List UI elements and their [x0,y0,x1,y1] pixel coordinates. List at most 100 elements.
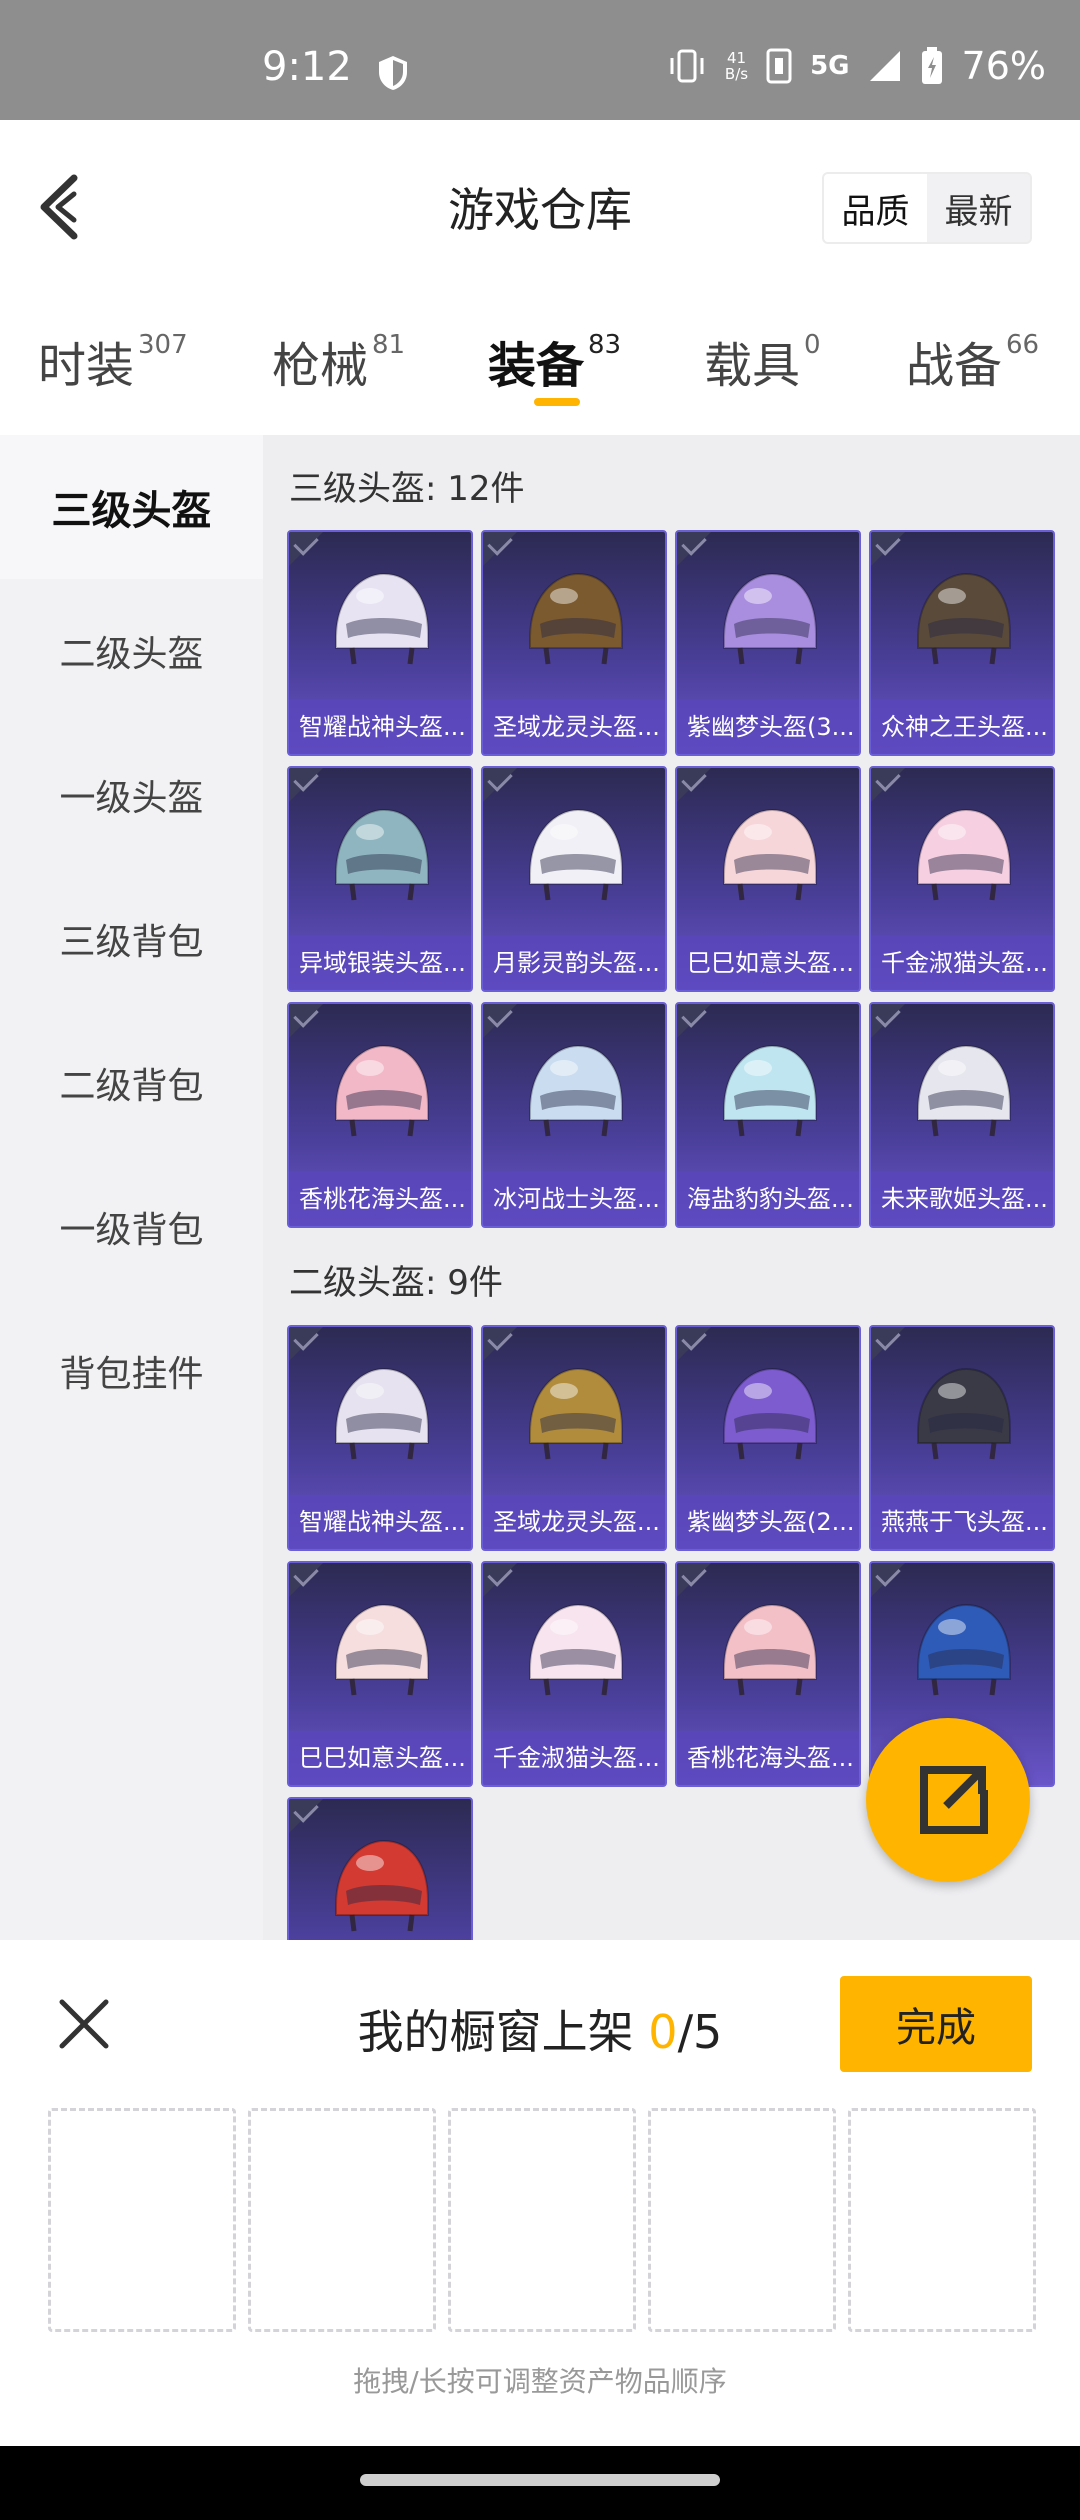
helmet-icon [335,808,429,901]
app-header: 游戏仓库 品质 最新 [0,120,1080,290]
share-icon [920,1766,988,1834]
item-name: 冰河战士头盔... [483,1172,665,1226]
helmet-icon [335,1603,429,1696]
item-name: 紫幽梦头盔(3... [677,700,859,754]
tab-label: 载具 [704,338,801,394]
item-name: 圣域龙灵头盔... [483,700,665,754]
done-button[interactable]: 完成 [840,1976,1032,2072]
battery-percent: 76% [961,44,1046,88]
helmet-icon [529,1367,623,1460]
helmet-icon [917,1044,1011,1137]
showcase-slot[interactable] [848,2108,1036,2332]
showcase-slot[interactable] [648,2108,836,2332]
status-icons: 41 B/s 5G 76% [667,44,1046,88]
network-type: 5G [810,51,850,81]
item-name: 异域银装头盔... [289,936,471,990]
item-card[interactable]: 月影灵韵头盔... [481,766,667,992]
item-card[interactable]: 紫幽梦头盔(2... [675,1325,861,1551]
item-name: 燕燕于飞头盔... [871,1495,1053,1549]
section-title: 三级头盔: 12件 [289,469,525,509]
tab-vehicles[interactable]: 载具 0 [704,326,821,396]
sidebar-item-level1-backpack[interactable]: 一级背包 [0,1155,263,1299]
sidebar-item-backpack-charm[interactable]: 背包挂件 [0,1299,263,1443]
item-name: 香桃花海头盔... [289,1172,471,1226]
showcase-sheet: 我的橱窗上架 0/5 完成 拖拽/长按可调整资产物品顺序 [0,1940,1080,2446]
item-grid: 智耀战神头盔... 圣域龙灵头盔... 紫幽梦头盔(3... 众神之王头盔... 异域银… [287,530,1055,1228]
battery-icon [921,47,942,84]
showcase-slot[interactable] [448,2108,636,2332]
tab-supplies[interactable]: 战备 66 [906,326,1039,396]
item-card[interactable]: 智耀战神头盔... [287,1325,473,1551]
showcase-total: /5 [677,2005,723,2059]
item-name: 智耀战神头盔... [289,700,471,754]
item-card[interactable]: 香桃花海头盔... [287,1002,473,1228]
sidebar-item-level3-backpack[interactable]: 三级背包 [0,867,263,1011]
item-card[interactable]: 巳巳如意头盔... [675,766,861,992]
item-card[interactable]: 圣域龙灵头盔... [481,1325,667,1551]
item-name: 紫幽梦头盔(2... [677,1495,859,1549]
item-name: 千金淑猫头盔... [483,1731,665,1785]
helmet-icon [335,572,429,665]
item-card[interactable]: 香桃花海头盔... [675,1561,861,1787]
home-gesture-bar[interactable] [360,2474,720,2486]
helmet-icon [917,1603,1011,1696]
item-name: 海盐豹豹头盔... [677,1172,859,1226]
item-card[interactable]: 圣域龙灵头盔... [481,530,667,756]
sheet-hint: 拖拽/长按可调整资产物品顺序 [353,2365,727,2398]
item-card[interactable]: 燕燕于飞头盔... [869,1325,1055,1551]
item-card[interactable]: 异域银装头盔... [287,766,473,992]
sort-newest-button[interactable]: 最新 [927,174,1030,242]
item-card[interactable] [287,1797,473,1940]
tab-label: 枪械 [272,338,369,394]
showcase-slot[interactable] [248,2108,436,2332]
signal-icon [869,51,900,81]
item-card[interactable]: 千金淑猫头盔... [869,766,1055,992]
showcase-slot[interactable] [48,2108,236,2332]
item-name: 月影灵韵头盔... [483,936,665,990]
item-card[interactable]: 冰河战士头盔... [481,1002,667,1228]
item-name: 巳巳如意头盔... [677,936,859,990]
sheet-title-text: 我的橱窗上架 [357,2005,634,2059]
item-card[interactable]: 紫幽梦头盔(3... [675,530,861,756]
item-name: 智耀战神头盔... [289,1495,471,1549]
sim-icon [766,48,792,84]
tab-label: 战备 [906,338,1003,394]
helmet-icon [529,808,623,901]
sidebar: 三级头盔 二级头盔 一级头盔 三级背包 二级背包 一级背包 背包挂件 [0,435,263,1940]
sort-quality-button[interactable]: 品质 [824,174,927,242]
helmet-icon [335,1839,429,1932]
helmet-icon [529,1603,623,1696]
tab-label: 装备 [488,338,585,394]
vibrate-icon [670,49,704,83]
item-card[interactable]: 众神之王头盔... [869,530,1055,756]
share-button[interactable] [866,1718,1030,1882]
tab-equipment[interactable]: 装备 83 [488,326,621,396]
item-card[interactable]: 千金淑猫头盔... [481,1561,667,1787]
showcase-count: 0 [648,2005,678,2059]
tab-count: 81 [372,330,406,360]
helmet-icon [723,1603,817,1696]
tab-count: 0 [804,330,821,360]
tab-count: 307 [138,330,188,360]
helmet-icon [529,572,623,665]
sidebar-item-level1-helmet[interactable]: 一级头盔 [0,723,263,867]
item-card[interactable]: 智耀战神头盔... [287,530,473,756]
item-name: 香桃花海头盔... [677,1731,859,1785]
tab-count: 66 [1006,330,1040,360]
helmet-icon [917,1367,1011,1460]
item-card[interactable]: 巳巳如意头盔... [287,1561,473,1787]
helmet-icon [529,1044,623,1137]
item-card[interactable]: 海盐豹豹头盔... [675,1002,861,1228]
tab-fashion[interactable]: 时装 307 [38,326,188,396]
active-tab-indicator [534,398,580,406]
item-name: 未来歌姬头盔... [871,1172,1053,1226]
helmet-icon [917,808,1011,901]
sidebar-item-level2-helmet[interactable]: 二级头盔 [0,579,263,723]
item-card[interactable]: 未来歌姬头盔... [869,1002,1055,1228]
item-list: 三级头盔: 12件 智耀战神头盔... 圣域龙灵头盔... 紫幽梦头盔(3... 众神… [263,435,1080,1940]
sidebar-item-level3-helmet[interactable]: 三级头盔 [0,435,263,579]
tab-firearms[interactable]: 枪械 81 [272,326,405,396]
network-speed-unit: B/s [724,65,749,83]
status-bar: 9:12 41 B/s 5G 76% [0,0,1080,120]
sidebar-item-level2-backpack[interactable]: 二级背包 [0,1011,263,1155]
